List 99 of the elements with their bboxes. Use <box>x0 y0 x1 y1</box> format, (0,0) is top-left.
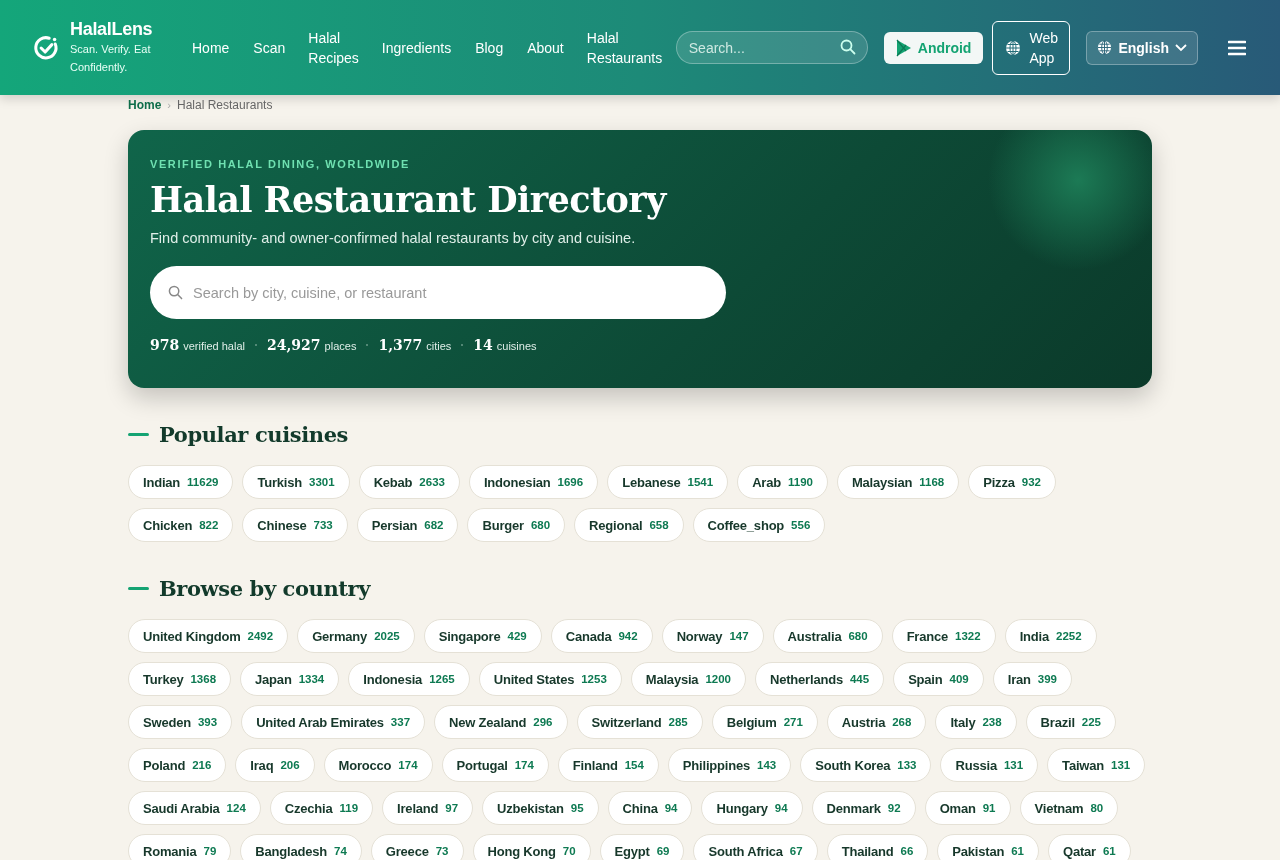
filter-chip[interactable]: Belgium 271 <box>711 705 818 739</box>
filter-chip[interactable]: Brazil 225 <box>1025 705 1116 739</box>
nav-link[interactable]: Halal Restaurants <box>575 27 674 68</box>
nav-link[interactable]: Blog <box>463 37 516 58</box>
stat-label: places <box>324 340 357 352</box>
filter-chip[interactable]: Japan 1334 <box>240 662 340 696</box>
filter-chip[interactable]: Uzbekistan 95 <box>482 791 599 825</box>
filter-chip[interactable]: Portugal 174 <box>441 748 549 782</box>
filter-chip[interactable]: Burger 680 <box>467 508 566 542</box>
breadcrumb-link[interactable]: Home <box>128 98 162 112</box>
section-title: Popular cuisines <box>159 422 349 447</box>
filter-chip[interactable]: Germany 2025 <box>297 619 415 653</box>
search-field[interactable]: Search by city, cuisine, or restaurant <box>150 266 726 319</box>
filter-chip[interactable]: Philippines 143 <box>667 748 792 782</box>
nav-link[interactable]: Halal Recipes <box>297 27 370 68</box>
filter-chip[interactable]: China 94 <box>607 791 693 825</box>
filter-chip[interactable]: Morocco 174 <box>323 748 433 782</box>
globe-icon <box>1005 39 1022 56</box>
filter-chip[interactable]: Australia 680 <box>772 619 883 653</box>
filter-chip[interactable]: Switzerland 285 <box>576 705 703 739</box>
filter-chip[interactable]: Chinese 733 <box>242 508 348 542</box>
filter-chip[interactable]: United Arab Emirates 337 <box>241 705 426 739</box>
filter-chip[interactable]: Kebab 2633 <box>358 465 460 499</box>
filter-chip[interactable]: Canada 942 <box>550 619 653 653</box>
stat-value: 14 <box>473 337 493 353</box>
filter-chip[interactable]: Chicken 822 <box>128 508 234 542</box>
filter-chip[interactable]: Arab 1190 <box>737 465 828 499</box>
play-triangle-icon <box>895 38 912 57</box>
filter-chip[interactable]: Turkey 1368 <box>128 662 232 696</box>
filter-chip[interactable]: Romania 79 <box>128 834 232 860</box>
filter-chip[interactable]: Indonesia 1265 <box>348 662 470 696</box>
filter-chip[interactable]: Malaysian 1168 <box>836 465 960 499</box>
filter-chip[interactable]: Finland 154 <box>557 748 659 782</box>
filter-chip[interactable]: Indian 11629 <box>128 465 234 499</box>
globe-icon <box>1097 40 1113 55</box>
filter-chip[interactable]: India 2252 <box>1004 619 1097 653</box>
filter-chip[interactable]: Singapore 429 <box>423 619 542 653</box>
filter-chip[interactable]: Spain 409 <box>893 662 984 696</box>
filter-chip[interactable]: Coffee_shop 556 <box>692 508 826 542</box>
filter-chip[interactable]: Lebanese 1541 <box>607 465 729 499</box>
filter-chip[interactable]: Greece 73 <box>370 834 464 860</box>
filter-chip[interactable]: Norway 147 <box>661 619 764 653</box>
filter-chip[interactable]: Hong Kong 70 <box>472 834 591 860</box>
filter-chip[interactable]: Taiwan 131 <box>1047 748 1146 782</box>
filter-chip[interactable]: Austria 268 <box>826 705 927 739</box>
filter-chip[interactable]: France 1322 <box>891 619 996 653</box>
filter-chip[interactable]: Turkish 3301 <box>242 465 350 499</box>
breadcrumb-current: Halal Restaurants <box>177 98 273 112</box>
tagline: Scan. Verify. Eat Confidently. <box>70 42 152 75</box>
filter-chip[interactable]: Hungary 94 <box>701 791 803 825</box>
filter-chip[interactable]: Bangladesh 74 <box>240 834 362 860</box>
filter-chip[interactable]: Poland 216 <box>128 748 227 782</box>
chevron-down-icon <box>1175 43 1187 52</box>
filter-chip[interactable]: Iraq 206 <box>235 748 315 782</box>
nav-link[interactable]: Scan <box>241 37 298 58</box>
filter-chip[interactable]: Egypt 69 <box>599 834 685 860</box>
section-title: Browse by country <box>159 576 371 601</box>
eyebrow-text: VERIFIED HALAL DINING, WORLDWIDE <box>150 158 411 170</box>
stat-label: verified halal <box>183 340 245 352</box>
stat-value: 1,377 <box>378 337 423 353</box>
filter-chip[interactable]: Iran 399 <box>992 662 1072 696</box>
filter-chip[interactable]: Denmark 92 <box>811 791 916 825</box>
filter-chip[interactable]: New Zealand 296 <box>434 705 568 739</box>
filter-chip[interactable]: Malaysia 1200 <box>630 662 746 696</box>
filter-chip[interactable]: Qatar 61 <box>1048 834 1131 860</box>
filter-chip[interactable]: Indonesian 1696 <box>468 465 599 499</box>
stat-value: 978 <box>150 337 180 353</box>
nav-link[interactable]: About <box>515 37 576 58</box>
filter-chip[interactable]: United Kingdom 2492 <box>128 619 289 653</box>
filter-chip[interactable]: Persian 682 <box>356 508 459 542</box>
nav-link[interactable]: Ingredients <box>369 37 464 58</box>
filter-chip[interactable]: United States 1253 <box>478 662 622 696</box>
filter-chip[interactable]: Sweden 393 <box>128 705 233 739</box>
filter-chip[interactable]: Vietnam 80 <box>1019 791 1119 825</box>
separator-icon: › <box>167 99 171 111</box>
filter-chip[interactable]: Pizza 932 <box>968 465 1056 499</box>
accent-dash <box>128 587 149 590</box>
filter-chip[interactable]: Pakistan 61 <box>937 834 1039 860</box>
accent-dash <box>128 433 149 436</box>
subtitle: Find community- and owner-confirmed halal restaurants by city and cuisine. <box>150 230 637 246</box>
filter-chip[interactable]: Saudi Arabia 124 <box>128 791 261 825</box>
stat-value: 24,927 <box>267 337 321 353</box>
filter-chip[interactable]: Netherlands 445 <box>755 662 885 696</box>
filter-chip[interactable]: Oman 91 <box>924 791 1011 825</box>
menu-icon[interactable] <box>1228 39 1246 56</box>
filter-chip[interactable]: Thailand 66 <box>826 834 929 860</box>
filter-chip[interactable]: South Korea 133 <box>800 748 932 782</box>
filter-chip[interactable]: Czechia 119 <box>269 791 374 825</box>
stat-label: cuisines <box>496 340 537 352</box>
language-select[interactable]: English <box>1086 30 1198 65</box>
search-icon <box>839 39 856 55</box>
stat-label: cities <box>426 340 452 352</box>
filter-chip[interactable]: Ireland 97 <box>382 791 474 825</box>
filter-chip[interactable]: Regional 658 <box>574 508 684 542</box>
filter-chip[interactable]: Italy 238 <box>935 705 1017 739</box>
filter-chip[interactable]: Russia 131 <box>940 748 1039 782</box>
web-app-button[interactable]: Web App <box>992 20 1071 75</box>
page-title: Halal Restaurant Directory <box>150 178 669 222</box>
filter-chip[interactable]: South Africa 67 <box>693 834 818 860</box>
